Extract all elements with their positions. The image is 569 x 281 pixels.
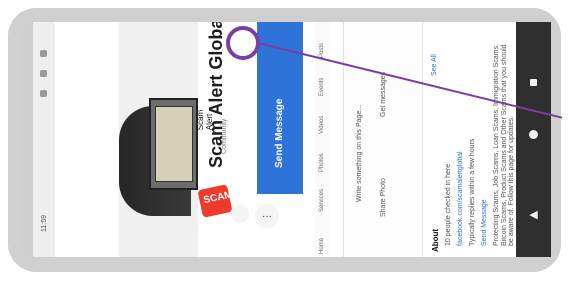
tab-posts[interactable]: Posts (319, 43, 325, 58)
share-photo-button[interactable]: Share Photo (380, 178, 387, 217)
highlight-circle (226, 26, 260, 60)
more-options-icon[interactable]: ··· (255, 204, 279, 228)
about-item-checkins: 10 people checked in here (445, 163, 452, 246)
composer-card: Write something on this Page... Share Ph… (343, 22, 418, 257)
signal-icon (40, 50, 47, 57)
status-time: 11:59 (41, 215, 48, 232)
page-category: Community (221, 118, 228, 154)
back-button[interactable]: ◀ (516, 202, 551, 226)
composer-input[interactable]: Write something on this Page... (356, 105, 363, 202)
laptop-image: Scam Alert (149, 98, 214, 190)
tab-events[interactable]: Events (319, 78, 325, 96)
send-message-label: Send Message (274, 98, 285, 168)
tab-home[interactable]: Home (319, 238, 325, 254)
see-all-link[interactable]: See All (431, 54, 438, 76)
about-item-send-message[interactable]: Send Message (481, 199, 488, 246)
about-description: Protecting Scams, Job Scams, Loan Scams,… (493, 44, 516, 246)
phone-screen: 11:59 Scam Alert SCAM Scam Alert Global … (33, 22, 516, 257)
laptop-screen (155, 106, 193, 182)
bell-icon[interactable] (231, 205, 249, 223)
profile-logo[interactable]: SCAM (197, 184, 234, 218)
tab-services[interactable]: Services (319, 189, 325, 212)
recent-apps-button[interactable] (516, 70, 551, 94)
android-nav-bar: ◀ (516, 22, 551, 257)
about-item-website[interactable]: facebook.com/scamalertglobal (457, 151, 464, 246)
home-button[interactable] (516, 122, 551, 146)
about-title: About (431, 228, 440, 252)
about-card: About See All 10 people checked in here … (422, 22, 516, 257)
wifi-icon (40, 70, 47, 77)
cover-photo: Scam Alert (119, 22, 214, 257)
tab-photos[interactable]: Photos (319, 153, 325, 172)
about-item-replies: Typically replies within a few hours (469, 138, 476, 246)
get-messages-button[interactable]: Get messages (380, 72, 387, 117)
profile-logo-text: SCAM (202, 189, 234, 207)
battery-icon (40, 90, 47, 97)
tab-videos[interactable]: Videos (319, 116, 325, 134)
status-bar: 11:59 (33, 22, 55, 257)
